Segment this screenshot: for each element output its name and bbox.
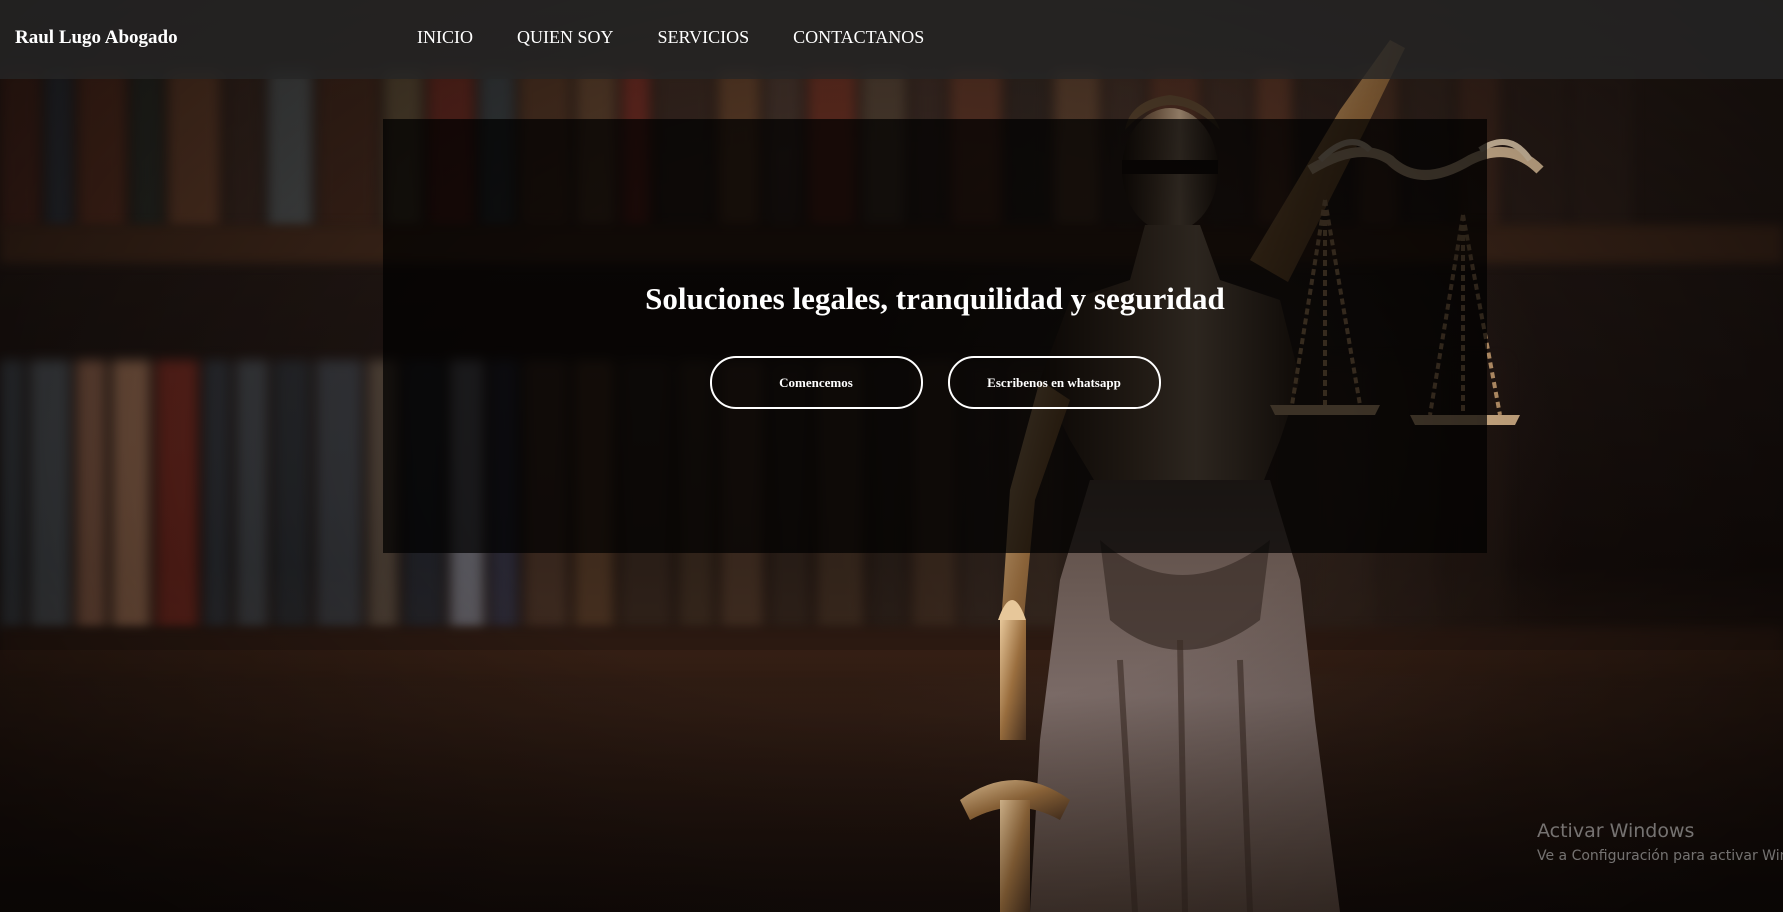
comencemos-button[interactable]: Comencemos (709, 356, 923, 409)
top-navbar: Raul Lugo Abogado INICIO QUIEN SOY SERVI… (0, 0, 1783, 79)
hero-title: Soluciones legales, tranquilidad y segur… (645, 281, 1225, 316)
watermark-title: Activar Windows (1537, 820, 1695, 842)
windows-activation-watermark: Activar Windows Ve a Configuración para … (1537, 820, 1783, 864)
hero-button-group: Comencemos Escribenos en whatsapp (383, 356, 1487, 409)
whatsapp-button[interactable]: Escribenos en whatsapp (947, 356, 1161, 409)
nav-link-contactanos[interactable]: CONTACTANOS (793, 27, 924, 48)
watermark-subtitle: Ve a Configuración para activar Wind (1537, 848, 1783, 864)
page: Raul Lugo Abogado INICIO QUIEN SOY SERVI… (0, 0, 1783, 912)
brand-logo-link[interactable]: Raul Lugo Abogado (15, 27, 178, 49)
hero-panel: Soluciones legales, tranquilidad y segur… (383, 119, 1487, 553)
nav-menu: INICIO QUIEN SOY SERVICIOS CONTACTANOS (417, 27, 924, 48)
nav-link-inicio[interactable]: INICIO (417, 27, 473, 48)
nav-link-quien-soy[interactable]: QUIEN SOY (517, 27, 614, 48)
nav-link-servicios[interactable]: SERVICIOS (658, 27, 750, 48)
